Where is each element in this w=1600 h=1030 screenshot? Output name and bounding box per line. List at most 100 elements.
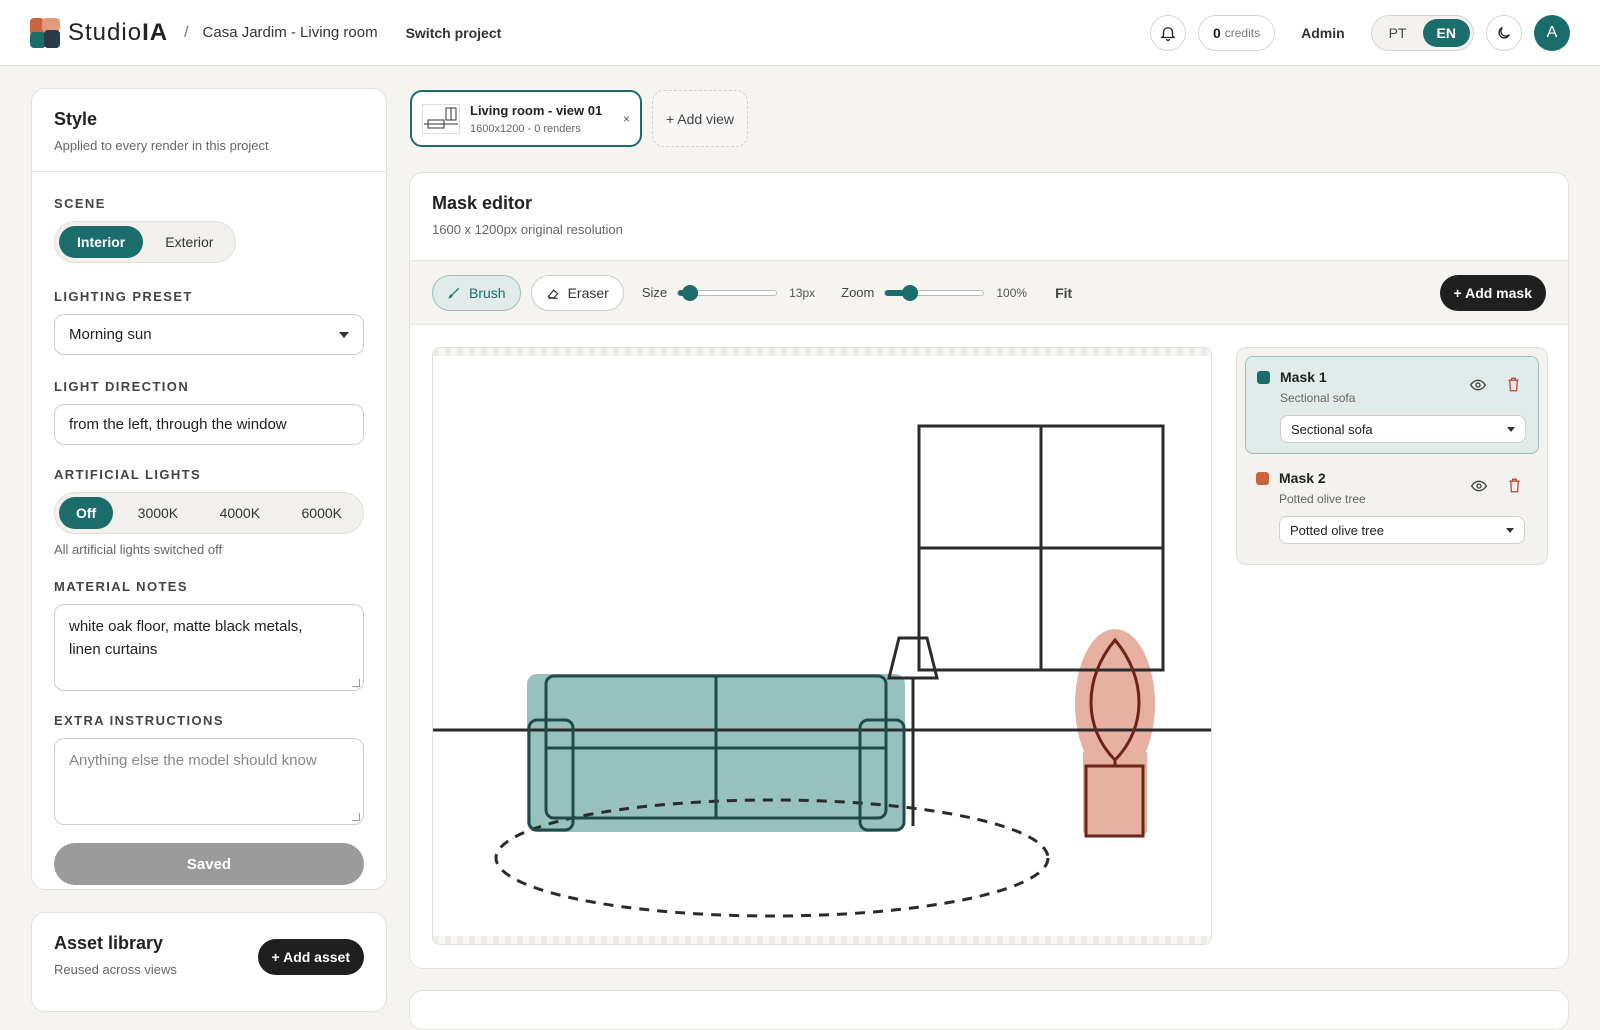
- eye-icon[interactable]: [1470, 379, 1486, 391]
- mask-editor-title: Mask editor: [432, 193, 533, 213]
- top-bar: StudioIA / Casa Jardim - Living room Swi…: [0, 0, 1600, 66]
- view-tab-meta: 1600x1200 - 0 renders: [470, 122, 581, 135]
- mask-item-2[interactable]: Mask 2 Potted olive tree Potted olive tr…: [1245, 458, 1539, 556]
- saved-button[interactable]: Saved: [54, 843, 364, 885]
- logo-text: StudioIA: [68, 18, 169, 46]
- artificial-lights-label: ARTIFICIAL LIGHTS: [54, 467, 202, 482]
- material-notes-textarea[interactable]: white oak floor, matte black metals, lin…: [54, 604, 364, 691]
- view-tab[interactable]: Living room - view 01 1600x1200 - 0 rend…: [410, 90, 642, 147]
- mask-object-value: Sectional sofa: [1291, 421, 1373, 437]
- zoom-value: 100%: [996, 285, 1028, 300]
- language-toggle[interactable]: PT EN: [1370, 14, 1474, 51]
- lights-option-off[interactable]: Off: [59, 497, 114, 529]
- lighting-preset-select[interactable]: Morning sun: [54, 314, 364, 355]
- fit-button[interactable]: Fit: [1055, 285, 1072, 301]
- next-panel-edge: [409, 990, 1569, 1030]
- breadcrumb-separator: /: [184, 23, 189, 41]
- mask-object-value: Potted olive tree: [1290, 522, 1384, 538]
- scene-option-exterior[interactable]: Exterior: [147, 226, 231, 258]
- chevron-down-icon: [1507, 426, 1515, 432]
- credits-unit: credits: [1224, 25, 1261, 40]
- scene-option-interior[interactable]: Interior: [59, 226, 144, 258]
- size-value: 13px: [789, 285, 816, 300]
- zoom-slider-handle[interactable]: [901, 284, 918, 301]
- close-icon[interactable]: ×: [623, 112, 630, 126]
- lighting-preset-value: Morning sun: [69, 326, 152, 343]
- chevron-down-icon: [339, 331, 349, 338]
- mask-editor-subtitle: 1600 x 1200px original resolution: [432, 222, 623, 237]
- zoom-label: Zoom: [841, 285, 875, 300]
- light-direction-value: from the left, through the window: [69, 416, 287, 433]
- size-label: Size: [641, 285, 668, 300]
- switch-project-link[interactable]: Switch project: [406, 25, 502, 41]
- bell-icon: [1160, 26, 1176, 41]
- add-asset-button[interactable]: + Add asset: [257, 939, 364, 975]
- extra-instructions-textarea[interactable]: Anything else the model should know: [54, 738, 364, 825]
- add-view-button[interactable]: + Add view: [652, 90, 748, 147]
- mask-editor-panel: Mask editor 1600 x 1200px original resol…: [409, 172, 1569, 969]
- scene-toggle: Interior Exterior: [54, 221, 237, 263]
- lang-option-en[interactable]: EN: [1422, 18, 1470, 47]
- extra-instructions-placeholder: Anything else the model should know: [69, 752, 317, 769]
- theme-toggle-button[interactable]: [1486, 14, 1522, 51]
- style-panel: Style Applied to every render in this pr…: [31, 88, 387, 890]
- style-panel-subtitle: Applied to every render in this project: [54, 138, 269, 153]
- eraser-label: Eraser: [567, 284, 609, 301]
- brush-label: Brush: [469, 284, 506, 301]
- eye-icon[interactable]: [1471, 480, 1487, 492]
- material-notes-line-1: white oak floor, matte black metals,: [69, 618, 303, 635]
- add-mask-button[interactable]: + Add mask: [1439, 274, 1546, 311]
- mask-description: Potted olive tree: [1279, 492, 1366, 506]
- lang-option-pt[interactable]: PT: [1375, 19, 1421, 47]
- style-panel-title: Style: [54, 109, 98, 129]
- resize-handle-icon[interactable]: [352, 813, 360, 821]
- light-direction-label: LIGHT DIRECTION: [54, 379, 190, 394]
- lighting-preset-label: LIGHTING PRESET: [54, 289, 193, 304]
- view-thumbnail-icon: [422, 103, 460, 134]
- lights-option-3000k[interactable]: 3000K: [121, 497, 195, 529]
- zoom-slider[interactable]: [884, 284, 985, 301]
- moon-icon: [1498, 26, 1510, 39]
- trash-icon[interactable]: [1507, 377, 1520, 392]
- brush-tool-button[interactable]: Brush: [432, 274, 521, 311]
- artificial-lights-toggle: Off 3000K 4000K 6000K: [54, 492, 364, 534]
- room-sketch: [433, 424, 1211, 918]
- artificial-lights-hint: All artificial lights switched off: [54, 542, 223, 557]
- mask-name: Mask 1: [1280, 369, 1327, 385]
- mask-list: Mask 1 Sectional sofa Sectional sofa Mas…: [1236, 347, 1548, 565]
- asset-library-panel: Asset library Reused across views + Add …: [31, 912, 387, 1012]
- extra-instructions-label: EXTRA INSTRUCTIONS: [54, 713, 224, 728]
- mask-name: Mask 2: [1279, 470, 1326, 486]
- trash-icon[interactable]: [1508, 478, 1521, 493]
- eraser-tool-button[interactable]: Eraser: [530, 274, 624, 311]
- size-slider-handle[interactable]: [681, 284, 698, 301]
- breadcrumb-project[interactable]: Casa Jardim - Living room: [203, 24, 378, 41]
- view-tab-title: Living room - view 01: [470, 102, 603, 118]
- mask-color-swatch: [1256, 472, 1269, 485]
- light-direction-input[interactable]: from the left, through the window: [54, 404, 364, 445]
- mask-color-swatch: [1257, 371, 1270, 384]
- brush-icon: [448, 287, 460, 299]
- logo-mark-icon: [30, 17, 60, 48]
- material-notes-line-2: linen curtains: [69, 641, 158, 658]
- mask-toolbar: Brush Eraser Size 13px Zoom 100% Fit + A…: [410, 261, 1568, 325]
- style-panel-header: Style Applied to every render in this pr…: [32, 89, 386, 172]
- avatar[interactable]: A: [1534, 14, 1570, 51]
- lights-option-4000k[interactable]: 4000K: [203, 497, 277, 529]
- mask-object-select[interactable]: Potted olive tree: [1279, 516, 1525, 544]
- notifications-button[interactable]: [1149, 14, 1186, 51]
- lights-option-6000k[interactable]: 6000K: [285, 497, 359, 529]
- mask-canvas[interactable]: [432, 347, 1212, 945]
- size-slider[interactable]: [677, 284, 778, 301]
- mask-object-select[interactable]: Sectional sofa: [1280, 415, 1526, 443]
- mask-description: Sectional sofa: [1280, 391, 1356, 405]
- scene-label: SCENE: [54, 196, 106, 211]
- mask-editor-header: Mask editor 1600 x 1200px original resol…: [410, 173, 1568, 261]
- resize-handle-icon[interactable]: [352, 679, 360, 687]
- chevron-down-icon: [1506, 527, 1514, 533]
- mask-item-1[interactable]: Mask 1 Sectional sofa Sectional sofa: [1245, 356, 1539, 454]
- credits-badge[interactable]: 0 credits: [1197, 14, 1276, 51]
- logo[interactable]: StudioIA: [30, 17, 169, 48]
- material-notes-label: MATERIAL NOTES: [54, 579, 188, 594]
- admin-link[interactable]: Admin: [1301, 25, 1345, 41]
